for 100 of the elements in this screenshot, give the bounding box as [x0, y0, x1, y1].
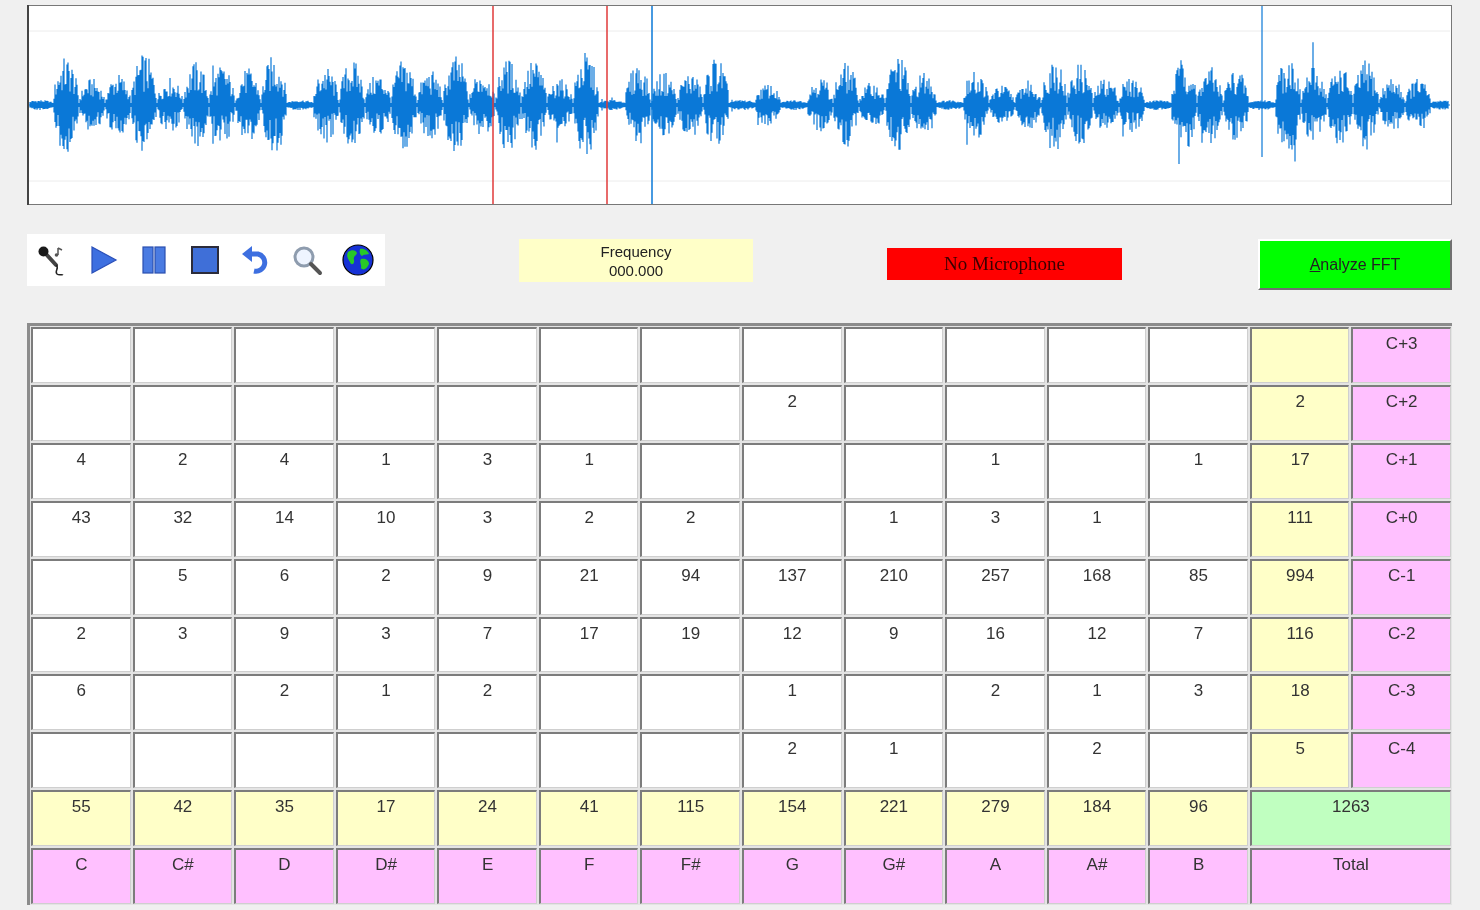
row-total-cell: 994	[1249, 558, 1350, 615]
table-cell: 2	[234, 674, 334, 731]
table-cell: 1	[742, 674, 842, 731]
table-cell: 12	[742, 616, 842, 673]
table-cell: 17	[538, 616, 639, 673]
note-header-cell: A#	[1046, 848, 1147, 904]
column-total-cell: 35	[234, 790, 334, 847]
column-total-cell: 42	[132, 790, 233, 847]
table-cell: 85	[1148, 558, 1248, 615]
table-cell: 3	[335, 616, 436, 673]
table-cell: 3	[437, 500, 537, 557]
octave-header-cell: C-2	[1351, 616, 1451, 673]
table-cell: 2	[742, 384, 842, 441]
column-total-cell: 96	[1148, 790, 1248, 847]
analyze-fft-button[interactable]: Analyze FFT	[1258, 239, 1452, 290]
table-cell: 2	[31, 616, 131, 673]
table-cell: 2	[335, 558, 436, 615]
octave-header-cell: C-4	[1351, 732, 1451, 789]
table-cell: 6	[234, 558, 334, 615]
table-cell: 3	[1148, 674, 1248, 731]
table-cell: 16	[945, 616, 1045, 673]
table-cell: 4	[234, 442, 334, 499]
microphone-status: No Microphone	[887, 248, 1122, 280]
magnifier-icon[interactable]	[291, 244, 323, 276]
row-total-cell: 116	[1249, 616, 1350, 673]
table-cell: 7	[437, 616, 537, 673]
column-total-cell: 154	[742, 790, 842, 847]
note-header-cell: G#	[843, 848, 944, 904]
table-cell: 94	[640, 558, 740, 615]
note-header-cell: F	[538, 848, 639, 904]
table-cell: 168	[1046, 558, 1147, 615]
table-cell: 210	[843, 558, 944, 615]
note-header-cell: D	[234, 848, 334, 904]
table-cell: 1	[1148, 442, 1248, 499]
row-total-cell: 17	[1249, 442, 1350, 499]
note-header-cell: F#	[640, 848, 740, 904]
table-cell: 6	[31, 674, 131, 731]
table-cell: 3	[132, 616, 233, 673]
frequency-value: 000.000	[608, 260, 664, 280]
table-cell: 9	[843, 616, 944, 673]
table-cell: 14	[234, 500, 334, 557]
table-cell: 2	[1046, 732, 1147, 789]
table-cell: 3	[945, 500, 1045, 557]
note-header-cell: E	[437, 848, 537, 904]
column-total-cell: 41	[538, 790, 639, 847]
table-cell: 1	[538, 442, 639, 499]
row-total-cell: 18	[1249, 674, 1350, 731]
table-cell: 2	[742, 732, 842, 789]
row-total-cell: 5	[1249, 732, 1350, 789]
frequency-label: Frequency	[600, 241, 672, 261]
table-cell: 3	[437, 442, 537, 499]
table-cell: 1	[945, 442, 1045, 499]
table-cell: 5	[132, 558, 233, 615]
table-cell: 1	[335, 442, 436, 499]
note-header-cell: C	[31, 848, 131, 904]
note-header-cell: A	[945, 848, 1045, 904]
column-total-cell: 24	[437, 790, 537, 847]
grand-total-cell: 1263	[1249, 790, 1451, 847]
octave-header-cell: C-3	[1351, 674, 1451, 731]
table-cell: 7	[1148, 616, 1248, 673]
column-total-cell: 55	[31, 790, 131, 847]
table-cell: 137	[742, 558, 842, 615]
table-cell: 2	[945, 674, 1045, 731]
row-total-cell: 2	[1249, 384, 1350, 441]
table-cell: 32	[132, 500, 233, 557]
globe-icon[interactable]	[342, 244, 374, 276]
table-cell: 257	[945, 558, 1045, 615]
total-header-cell: Total	[1249, 848, 1451, 904]
table-cell: 10	[335, 500, 436, 557]
note-header-cell: C#	[132, 848, 233, 904]
row-total-cell: 111	[1249, 500, 1350, 557]
column-total-cell: 221	[843, 790, 944, 847]
table-cell: 2	[132, 442, 233, 499]
note-header-cell: D#	[335, 848, 436, 904]
table-cell: 1	[843, 732, 944, 789]
table-cell: 1	[335, 674, 436, 731]
table-cell: 2	[538, 500, 639, 557]
table-cell: 1	[1046, 500, 1147, 557]
table-cell: 2	[640, 500, 740, 557]
octave-header-cell: C-1	[1351, 558, 1451, 615]
column-total-cell: 115	[640, 790, 740, 847]
table-cell: 19	[640, 616, 740, 673]
note-header-cell: B	[1148, 848, 1248, 904]
table-cell: 9	[437, 558, 537, 615]
table-cell: 9	[234, 616, 334, 673]
octave-header-cell: C+3	[1351, 327, 1451, 383]
column-total-cell: 184	[1046, 790, 1147, 847]
octave-header-cell: C+1	[1351, 442, 1451, 499]
column-total-cell: 279	[945, 790, 1045, 847]
table-cell: 12	[1046, 616, 1147, 673]
table-cell: 21	[538, 558, 639, 615]
stop-icon[interactable]	[189, 244, 221, 276]
octave-header-cell: C+2	[1351, 384, 1451, 441]
table-cell: 1	[843, 500, 944, 557]
table-cell: 2	[437, 674, 537, 731]
table-cell: 43	[31, 500, 131, 557]
column-total-cell: 17	[335, 790, 436, 847]
octave-header-cell: C+0	[1351, 500, 1451, 557]
note-header-cell: G	[742, 848, 842, 904]
table-cell: 4	[31, 442, 131, 499]
